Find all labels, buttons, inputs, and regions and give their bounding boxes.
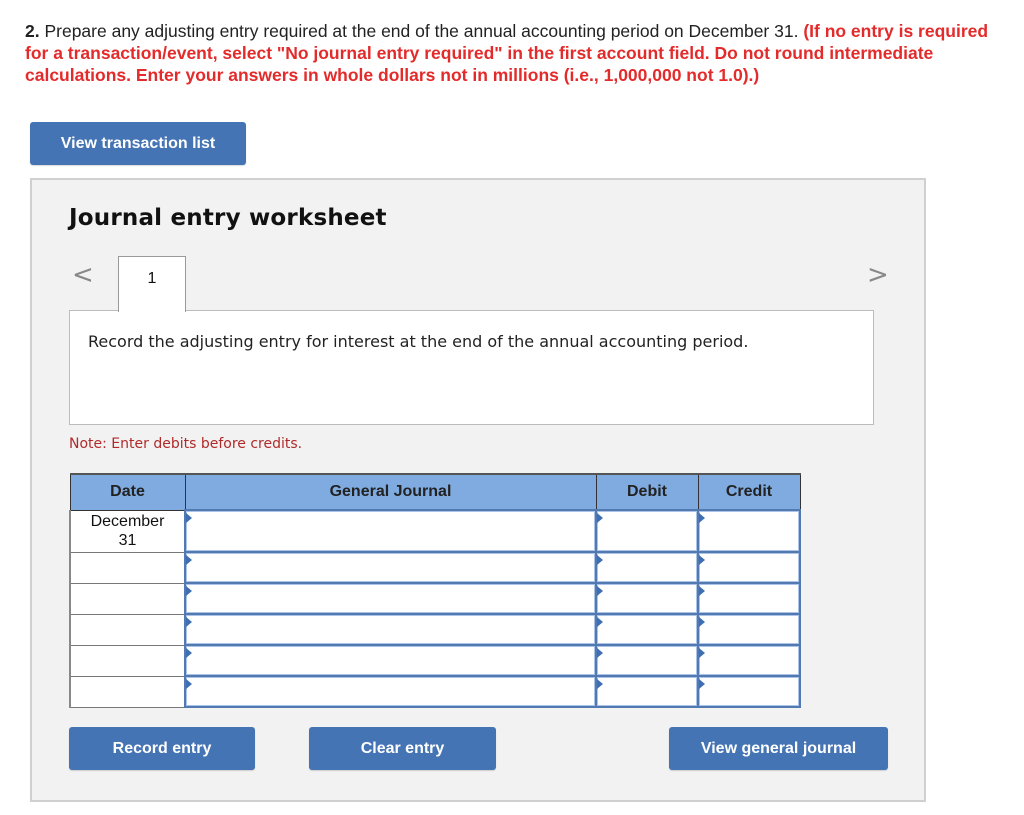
- view-general-journal-button[interactable]: View general journal: [669, 727, 888, 770]
- account-select-cell: [184, 582, 597, 615]
- account-select[interactable]: [186, 615, 595, 644]
- credit-input-cell: [697, 675, 801, 708]
- view-transaction-list-button[interactable]: View transaction list: [30, 122, 246, 165]
- account-select-cell: [184, 675, 597, 708]
- field-marker-icon: [597, 617, 603, 627]
- journal-entry-table: Date General Journal Debit Credit Decemb…: [69, 473, 801, 708]
- field-marker-icon: [597, 513, 603, 523]
- column-header-debit: Debit: [595, 473, 699, 511]
- field-marker-icon: [699, 648, 705, 658]
- account-select[interactable]: [186, 553, 595, 582]
- table-row: December 31: [69, 509, 801, 553]
- debit-input[interactable]: [597, 511, 697, 551]
- table-row: [69, 644, 801, 677]
- field-marker-icon: [597, 555, 603, 565]
- date-cell: December 31: [69, 509, 186, 553]
- field-marker-icon: [699, 555, 705, 565]
- record-entry-button[interactable]: Record entry: [69, 727, 255, 770]
- column-header-credit: Credit: [697, 473, 801, 511]
- tab-entry-1[interactable]: 1: [118, 256, 186, 312]
- credit-input-cell: [697, 613, 801, 646]
- field-marker-icon: [699, 617, 705, 627]
- field-marker-icon: [597, 586, 603, 596]
- account-select-cell: [184, 644, 597, 677]
- worksheet-title: Journal entry worksheet: [69, 205, 387, 231]
- debit-input-cell: [595, 551, 699, 584]
- account-select-cell: [184, 551, 597, 584]
- question-instructions: 2. Prepare any adjusting entry required …: [25, 20, 1000, 86]
- credit-input[interactable]: [699, 511, 799, 551]
- account-select[interactable]: [186, 511, 595, 551]
- debit-input-cell: [595, 675, 699, 708]
- field-marker-icon: [699, 513, 705, 523]
- debit-input[interactable]: [597, 553, 697, 582]
- field-marker-icon: [597, 679, 603, 689]
- table-header-row: Date General Journal Debit Credit: [69, 473, 801, 511]
- question-number: 2.: [25, 21, 40, 41]
- field-marker-icon: [186, 648, 192, 658]
- question-text: Prepare any adjusting entry required at …: [39, 21, 804, 41]
- debits-note: Note: Enter debits before credits.: [69, 436, 303, 452]
- table-row: [69, 675, 801, 708]
- credit-input-cell: [697, 644, 801, 677]
- date-cell: [69, 551, 186, 584]
- date-cell: [69, 644, 186, 677]
- account-select-cell: [184, 509, 597, 553]
- debit-input-cell: [595, 509, 699, 553]
- credit-input[interactable]: [699, 646, 799, 675]
- field-marker-icon: [699, 679, 705, 689]
- chevron-left-icon[interactable]: <: [72, 262, 94, 288]
- credit-input[interactable]: [699, 584, 799, 613]
- field-marker-icon: [186, 617, 192, 627]
- table-row: [69, 551, 801, 584]
- entry-description: Record the adjusting entry for interest …: [88, 332, 749, 351]
- table-row: [69, 613, 801, 646]
- column-header-date: Date: [69, 473, 186, 511]
- clear-entry-button[interactable]: Clear entry: [309, 727, 496, 770]
- account-select[interactable]: [186, 584, 595, 613]
- debit-input-cell: [595, 644, 699, 677]
- field-marker-icon: [186, 586, 192, 596]
- account-select[interactable]: [186, 677, 595, 706]
- field-marker-icon: [186, 679, 192, 689]
- debit-input-cell: [595, 582, 699, 615]
- field-marker-icon: [186, 555, 192, 565]
- field-marker-icon: [597, 648, 603, 658]
- date-cell: [69, 613, 186, 646]
- debit-input[interactable]: [597, 584, 697, 613]
- date-cell: [69, 675, 186, 708]
- credit-input[interactable]: [699, 615, 799, 644]
- credit-input-cell: [697, 551, 801, 584]
- table-row: [69, 582, 801, 615]
- credit-input-cell: [697, 582, 801, 615]
- entry-description-box: Record the adjusting entry for interest …: [69, 310, 874, 425]
- chevron-right-icon[interactable]: >: [867, 262, 889, 288]
- credit-input-cell: [697, 509, 801, 553]
- debit-input[interactable]: [597, 646, 697, 675]
- debit-input[interactable]: [597, 677, 697, 706]
- credit-input[interactable]: [699, 553, 799, 582]
- account-select[interactable]: [186, 646, 595, 675]
- column-header-general-journal: General Journal: [184, 473, 597, 511]
- debit-input-cell: [595, 613, 699, 646]
- credit-input[interactable]: [699, 677, 799, 706]
- field-marker-icon: [186, 513, 192, 523]
- account-select-cell: [184, 613, 597, 646]
- date-cell: [69, 582, 186, 615]
- debit-input[interactable]: [597, 615, 697, 644]
- field-marker-icon: [699, 586, 705, 596]
